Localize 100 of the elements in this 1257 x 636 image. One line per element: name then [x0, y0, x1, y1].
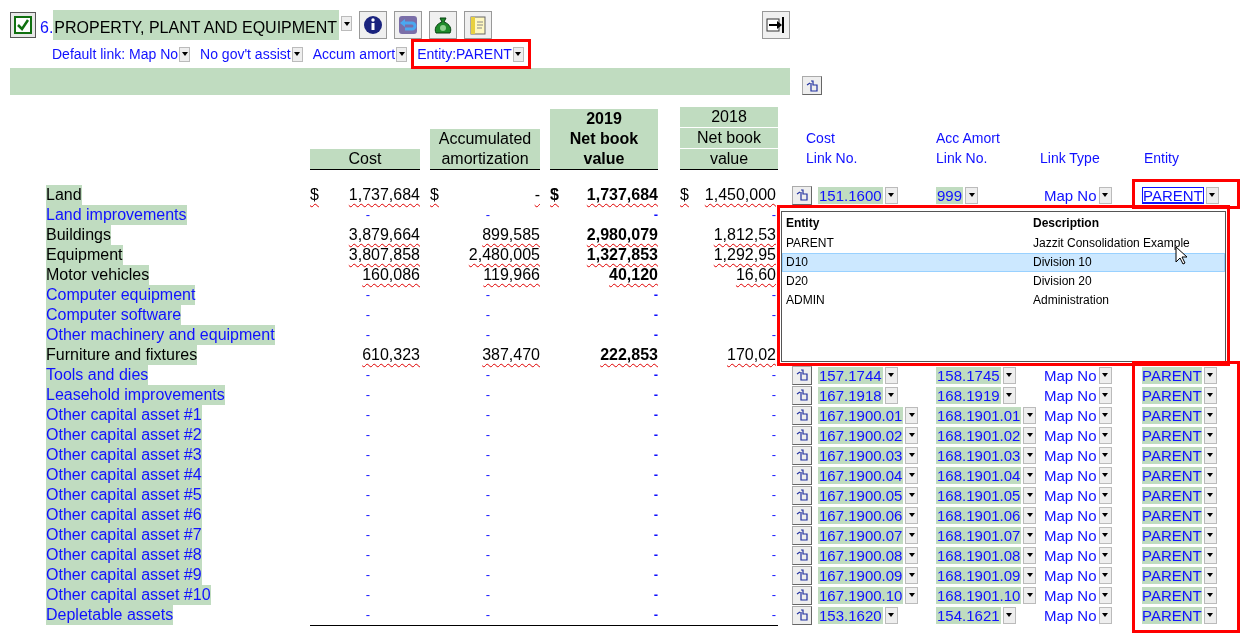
dropdown-arrow-button[interactable] — [884, 606, 898, 624]
dropdown-arrow-button[interactable] — [1203, 406, 1217, 424]
link-type-dropdown[interactable]: Map No — [1044, 186, 1097, 204]
dropdown-arrow-button[interactable] — [884, 386, 898, 404]
dropdown-arrow-button[interactable] — [1023, 586, 1037, 604]
dropdown-arrow-button[interactable] — [1203, 486, 1217, 504]
link-button[interactable] — [792, 545, 812, 565]
dropdown-arrow-button[interactable] — [1002, 386, 1016, 404]
entity-field[interactable]: PARENT — [1142, 446, 1202, 464]
notepad-button[interactable] — [464, 11, 493, 39]
dropdown-arrow-button[interactable] — [1023, 406, 1037, 424]
dropdown-arrow-button[interactable] — [1098, 426, 1112, 444]
dropdown-arrow-button[interactable] — [1098, 446, 1112, 464]
link-button[interactable] — [792, 585, 812, 605]
link-type-dropdown[interactable]: Map No — [1044, 546, 1097, 564]
option-dropdown[interactable]: Accum amort — [312, 44, 408, 64]
entity-field[interactable]: PARENT — [1142, 466, 1202, 484]
entity-field[interactable]: PARENT — [1142, 526, 1202, 544]
link-type-dropdown[interactable]: Map No — [1044, 566, 1097, 584]
cost-link-field[interactable]: 151.1600 — [818, 186, 883, 204]
dropdown-arrow-button[interactable] — [1023, 446, 1037, 464]
entity-field[interactable]: PARENT — [1142, 606, 1202, 624]
dropdown-arrow-button[interactable] — [905, 566, 919, 584]
cost-link-field[interactable]: 167.1900.03 — [818, 446, 904, 464]
dropdown-arrow-button[interactable] — [884, 366, 898, 384]
dropdown-arrow-button[interactable] — [905, 446, 919, 464]
dropdown-arrow-button[interactable] — [1098, 186, 1112, 204]
dropdown-arrow-button[interactable] — [1203, 426, 1217, 444]
entity-option[interactable]: PARENT Jazzit Consolidation Example — [782, 234, 1225, 253]
option-dropdown[interactable]: Default link: Map No — [52, 44, 191, 64]
dropdown-arrow-button[interactable] — [1023, 566, 1037, 584]
dropdown-arrow-button[interactable] — [1098, 566, 1112, 584]
cost-link-field[interactable]: 167.1900.08 — [818, 546, 904, 564]
dropdown-arrow-button[interactable] — [1203, 366, 1217, 384]
money-bag-button[interactable] — [429, 11, 458, 39]
entity-field[interactable]: PARENT — [1142, 486, 1202, 504]
dropdown-arrow-button[interactable] — [1023, 466, 1037, 484]
dropdown-arrow-button[interactable] — [1205, 186, 1219, 204]
dropdown-arrow-button[interactable] — [1203, 546, 1217, 564]
dropdown-arrow-button[interactable] — [1203, 506, 1217, 524]
dropdown-arrow-button[interactable] — [965, 186, 979, 204]
link-type-dropdown[interactable]: Map No — [1044, 366, 1097, 384]
dropdown-arrow-button[interactable] — [1203, 606, 1217, 624]
link-button[interactable] — [792, 185, 812, 205]
link-button[interactable] — [792, 405, 812, 425]
dropdown-arrow-button[interactable] — [1002, 366, 1016, 384]
dropdown-arrow-button[interactable] — [905, 506, 919, 524]
link-button[interactable] — [792, 525, 812, 545]
link-type-dropdown[interactable]: Map No — [1044, 526, 1097, 544]
entity-field[interactable]: PARENT — [1142, 386, 1202, 404]
dropdown-arrow-button[interactable] — [1098, 386, 1112, 404]
dropdown-arrow-button[interactable] — [1203, 466, 1217, 484]
entity-field[interactable]: PARENT — [1142, 566, 1202, 584]
dropdown-arrow-button[interactable] — [1203, 386, 1217, 404]
dropdown-arrow-button[interactable] — [1023, 546, 1037, 564]
cost-link-field[interactable]: 167.1900.04 — [818, 466, 904, 484]
dropdown-arrow-button[interactable] — [1203, 566, 1217, 584]
dropdown-arrow-button[interactable] — [905, 586, 919, 604]
undo-arrow-button[interactable] — [394, 11, 423, 39]
dropdown-arrow-button[interactable] — [1002, 606, 1016, 624]
link-type-dropdown[interactable]: Map No — [1044, 426, 1097, 444]
link-type-dropdown[interactable]: Map No — [1044, 466, 1097, 484]
amort-link-field[interactable]: 168.1901.07 — [936, 526, 1022, 544]
entity-option[interactable]: D20 Division 20 — [782, 272, 1225, 291]
amort-link-field[interactable]: 168.1901.03 — [936, 446, 1022, 464]
link-type-dropdown[interactable]: Map No — [1044, 406, 1097, 424]
dropdown-arrow-button[interactable] — [1203, 446, 1217, 464]
dropdown-arrow-button[interactable] — [905, 546, 919, 564]
dropdown-arrow-button[interactable] — [1098, 546, 1112, 564]
export-button[interactable] — [762, 11, 790, 39]
cost-link-field[interactable]: 167.1900.06 — [818, 506, 904, 524]
cost-link-field[interactable]: 167.1900.02 — [818, 426, 904, 444]
dropdown-arrow-button[interactable] — [905, 426, 919, 444]
amort-link-field[interactable]: 168.1901.02 — [936, 426, 1022, 444]
amort-link-field[interactable]: 154.1621 — [936, 606, 1001, 624]
dropdown-arrow-button[interactable] — [1098, 366, 1112, 384]
link-button[interactable] — [792, 445, 812, 465]
cost-link-field[interactable]: 167.1900.05 — [818, 486, 904, 504]
amort-link-field[interactable]: 168.1901.10 — [936, 586, 1022, 604]
dropdown-arrow-button[interactable] — [905, 466, 919, 484]
cost-link-field[interactable]: 167.1900.09 — [818, 566, 904, 584]
entity-field[interactable]: PARENT — [1142, 186, 1204, 204]
dropdown-arrow-button[interactable] — [905, 526, 919, 544]
dropdown-arrow-button[interactable] — [1023, 526, 1037, 544]
amort-link-field[interactable]: 168.1901.01 — [936, 406, 1022, 424]
dropdown-arrow-button[interactable] — [1023, 486, 1037, 504]
dropdown-arrow-button[interactable] — [1023, 426, 1037, 444]
amort-link-field[interactable]: 158.1745 — [936, 366, 1001, 384]
link-button[interactable] — [792, 565, 812, 585]
link-button[interactable] — [792, 485, 812, 505]
cost-link-field[interactable]: 167.1900.07 — [818, 526, 904, 544]
dropdown-arrow-button[interactable] — [1203, 526, 1217, 544]
link-button[interactable] — [792, 465, 812, 485]
entity-field[interactable]: PARENT — [1142, 586, 1202, 604]
cost-link-field[interactable]: 167.1900.10 — [818, 586, 904, 604]
dropdown-arrow-button[interactable] — [905, 406, 919, 424]
option-dropdown[interactable]: No gov't assist — [200, 44, 303, 64]
link-button[interactable] — [802, 76, 822, 95]
option-dropdown[interactable]: Entity:PARENT — [417, 44, 524, 64]
cost-link-field[interactable]: 167.1900.01 — [818, 406, 904, 424]
